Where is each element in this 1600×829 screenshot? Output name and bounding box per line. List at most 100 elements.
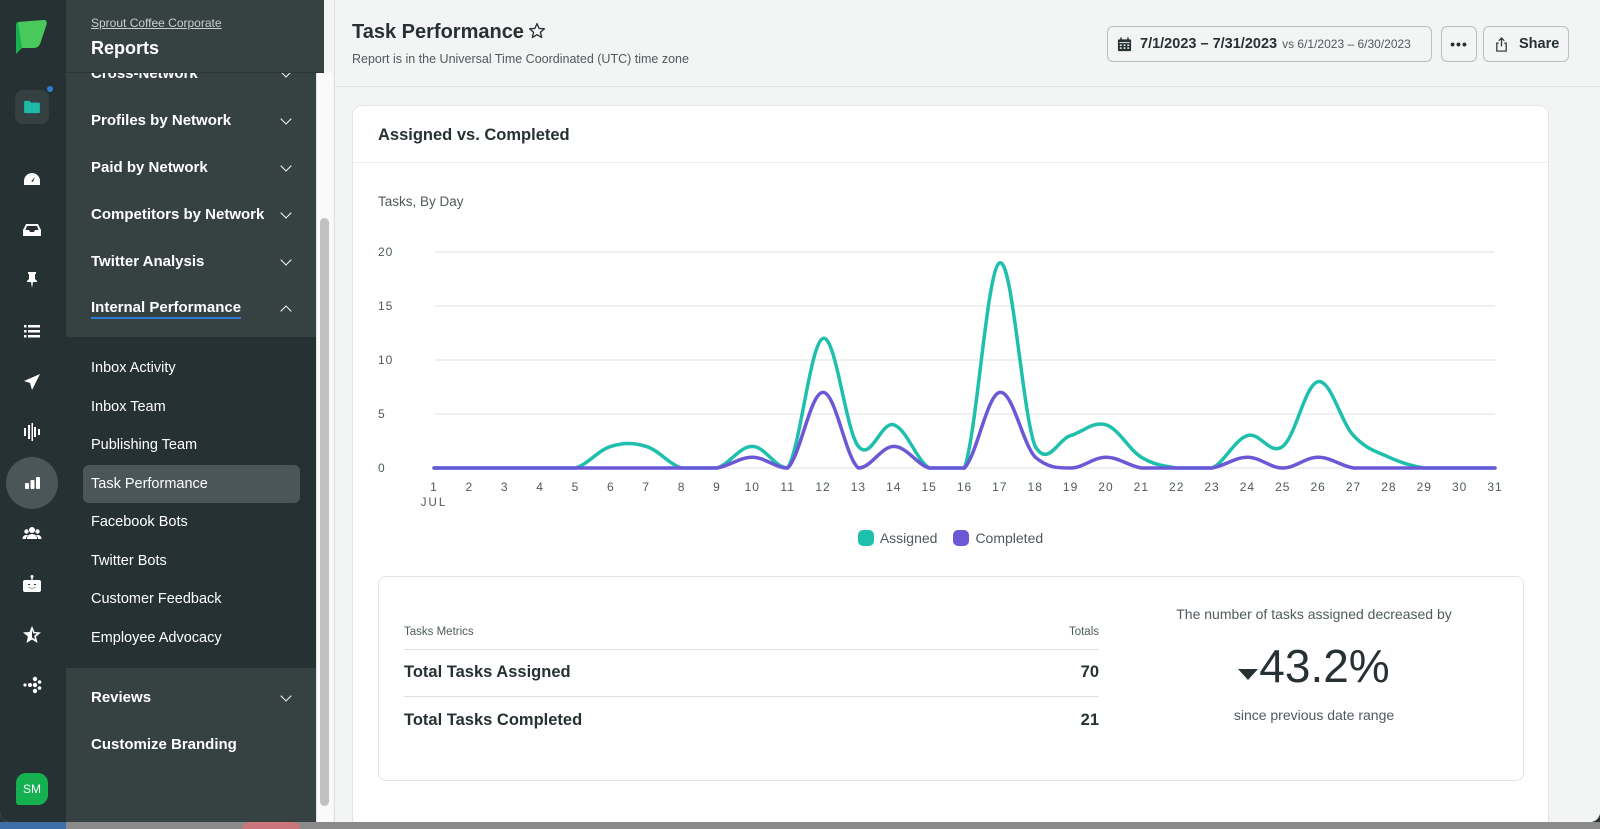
calendar-icon <box>1117 36 1132 51</box>
x-tick-label: 12 <box>815 480 830 494</box>
metrics-divider <box>404 649 1099 650</box>
y-tick-label: 20 <box>378 245 393 259</box>
people-nav-button[interactable] <box>9 510 55 556</box>
chart-legend: Assigned Completed <box>353 530 1548 546</box>
date-range-picker[interactable]: 7/1/2023 – 7/31/2023 vs 6/1/2023 – 6/30/… <box>1107 26 1432 62</box>
sidebar-title: Reports <box>91 38 160 58</box>
group-label: Reviews <box>91 689 152 706</box>
sidebar-item-employee-advocacy[interactable]: Employee Advocacy <box>83 619 300 657</box>
x-tick-label: 15 <box>921 480 936 494</box>
group-label: Internal Performance <box>91 299 242 319</box>
x-tick-label: 10 <box>745 480 760 494</box>
bots-nav-button[interactable] <box>9 561 55 607</box>
task-metrics-summary: Tasks Metrics Totals Total Tasks Assigne… <box>378 576 1524 781</box>
sidebar-item-customer-feedback[interactable]: Customer Feedback <box>83 580 300 618</box>
user-avatar[interactable]: SM <box>16 773 48 805</box>
reports-sidebar: Sprout Coffee Corporate Reports Cross-Ne… <box>66 0 324 822</box>
sidebar-item-publishing-team[interactable]: Publishing Team <box>83 426 300 464</box>
sprout-logo-icon[interactable] <box>14 18 48 54</box>
sidebar-item-inbox-activity[interactable]: Inbox Activity <box>83 349 300 387</box>
sidebar-group-internal-performance[interactable]: Internal Performance <box>66 285 324 332</box>
x-tick-label: 5 <box>572 480 580 494</box>
metrics-header-totals: Totals <box>1068 626 1099 638</box>
metric-row-label-completed: Total Tasks Completed <box>404 711 583 729</box>
y-tick-label: 5 <box>378 407 386 421</box>
sidebar-item-inbox-team[interactable]: Inbox Team <box>83 388 300 426</box>
tasks-list-nav-button[interactable] <box>9 308 55 354</box>
timezone-note: Report is in the Universal Time Coordina… <box>352 52 689 66</box>
legend-label: Completed <box>975 530 1044 546</box>
tasks-line-chart: 051015201 2 3 4 5 6 7 8 9 10 11 12 13 14 15 16 17 18 19 20 2… <box>378 245 1502 509</box>
sidebar-group-paid-by-network[interactable]: Paid by Network <box>66 144 324 191</box>
x-tick-label: 28 <box>1381 480 1396 494</box>
legend-label: Assigned <box>879 530 938 546</box>
pin-nav-button[interactable] <box>9 257 55 303</box>
reviews-nav-button[interactable] <box>9 612 55 658</box>
x-tick-label: 30 <box>1452 480 1467 494</box>
delta-since: since previous date range <box>1233 707 1395 723</box>
org-link[interactable]: Sprout Coffee Corporate <box>91 16 222 30</box>
x-tick-label: 23 <box>1204 480 1219 494</box>
x-tick-label: 7 <box>642 480 650 494</box>
x-tick-label: 1 <box>430 480 438 494</box>
nodes-icon <box>23 676 42 694</box>
x-tick-label: 29 <box>1417 480 1432 494</box>
sidebar-group-competitors-by-network[interactable]: Competitors by Network <box>66 191 324 238</box>
listening-nav-button[interactable] <box>9 409 55 455</box>
assigned-vs-completed-card: Assigned vs. Completed Tasks, By Day 051… <box>352 105 1549 822</box>
primary-nav-rail: SM <box>0 0 66 822</box>
legend-item-assigned[interactable]: Assigned <box>857 530 938 546</box>
x-tick-label: 21 <box>1134 480 1149 494</box>
group-label: Customize Branding <box>91 736 237 753</box>
sidebar-group-reviews[interactable]: Reviews <box>66 674 324 721</box>
header-divider <box>335 86 1600 87</box>
delta-description: The number of tasks assigned decreased b… <box>1176 606 1452 622</box>
legend-swatch-assigned <box>857 530 874 546</box>
sidebar-scrollbar-thumb[interactable] <box>320 218 329 806</box>
group-label: Paid by Network <box>91 159 208 176</box>
chevron-down-icon <box>280 689 292 702</box>
chevron-up-icon <box>280 304 292 317</box>
send-icon <box>24 374 40 390</box>
desktop-fragment <box>242 822 300 829</box>
x-tick-label: 18 <box>1028 480 1043 494</box>
notification-dot <box>45 84 55 94</box>
x-tick-label: 16 <box>957 480 972 494</box>
share-button[interactable]: Share <box>1483 26 1569 62</box>
sidebar-item-facebook-bots[interactable]: Facebook Bots <box>83 503 300 541</box>
group-label: Competitors by Network <box>91 206 265 223</box>
list-icon <box>24 325 40 338</box>
metrics-divider <box>404 696 1099 697</box>
down-triangle-icon <box>1238 668 1259 680</box>
publishing-nav-button[interactable] <box>9 359 55 405</box>
y-tick-label: 15 <box>378 299 393 313</box>
desktop-fragment <box>0 822 66 829</box>
sidebar-item-task-performance[interactable]: Task Performance <box>83 465 300 503</box>
reports-nav-button[interactable] <box>6 457 58 509</box>
internal-performance-submenu: Inbox Activity Inbox Team Publishing Tea… <box>66 337 324 668</box>
more-options-button[interactable]: ••• <box>1441 26 1477 62</box>
sidebar-item-twitter-bots[interactable]: Twitter Bots <box>83 542 300 580</box>
integrations-nav-button[interactable] <box>9 662 55 708</box>
group-label: Twitter Analysis <box>91 253 205 270</box>
group-label: Profiles by Network <box>91 112 232 129</box>
x-tick-label: 6 <box>607 480 615 494</box>
x-tick-label: 19 <box>1063 480 1078 494</box>
inbox-nav-button[interactable] <box>9 207 55 253</box>
x-tick-label: 17 <box>992 480 1007 494</box>
share-label: Share <box>1519 36 1560 52</box>
sidebar-header: Sprout Coffee Corporate Reports <box>66 0 324 73</box>
favorite-star-button[interactable] <box>528 22 548 42</box>
legend-item-completed[interactable]: Completed <box>953 530 1043 546</box>
star-outline-icon <box>528 22 546 39</box>
pin-icon <box>27 272 37 288</box>
folder-button[interactable] <box>15 84 55 124</box>
desktop-background-strip <box>0 822 1600 829</box>
chevron-down-icon <box>280 253 292 266</box>
x-tick-label: 8 <box>678 480 686 494</box>
y-tick-label: 0 <box>378 461 386 475</box>
sidebar-group-profiles-by-network[interactable]: Profiles by Network <box>66 97 324 144</box>
sidebar-item-customize-branding[interactable]: Customize Branding <box>66 721 324 768</box>
dashboard-nav-button[interactable] <box>9 157 55 203</box>
sidebar-group-twitter-analysis[interactable]: Twitter Analysis <box>66 238 324 285</box>
